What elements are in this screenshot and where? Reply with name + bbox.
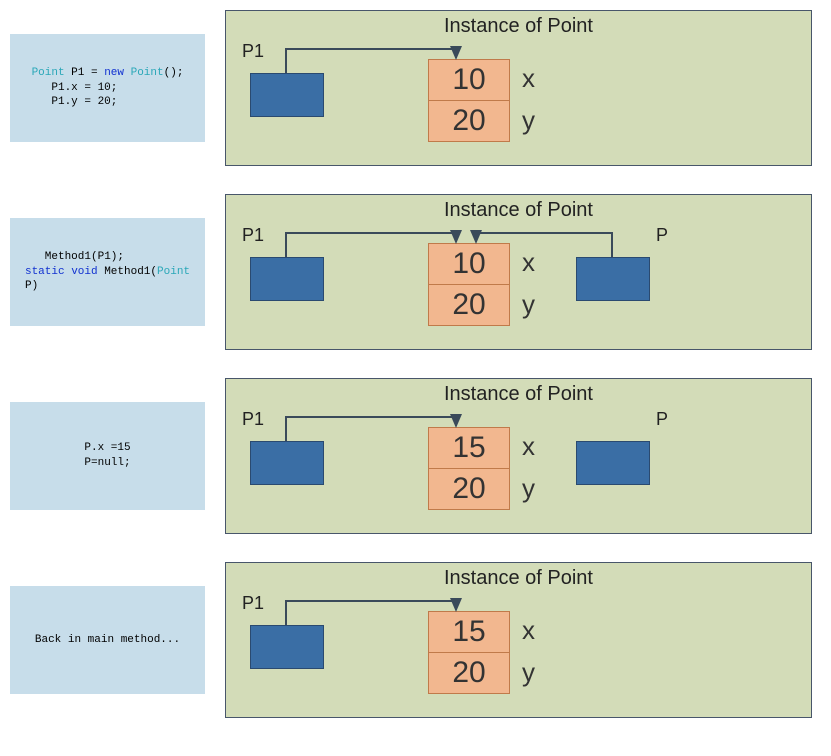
field-x-value: 15 [428, 611, 510, 653]
code-box: Method1(P1); static void Method1(Point P… [10, 218, 205, 326]
field-y-label: y [522, 289, 535, 320]
field-y-value: 20 [428, 284, 510, 326]
field-y-label: y [522, 105, 535, 136]
field-y-label: y [522, 473, 535, 504]
field-y-value: 20 [428, 468, 510, 510]
code-snippet: Method1(P1); static void Method1(Point P… [25, 250, 190, 295]
field-x-label: x [522, 247, 535, 278]
p1-label: P1 [242, 41, 264, 62]
field-y-value: 20 [428, 652, 510, 694]
code-box: P.x =15 P=null; [10, 402, 205, 510]
memory-diagram: Instance of Point P1 1020 xy [225, 10, 812, 166]
field-x-value: 10 [428, 59, 510, 101]
instance-fields: 1520 [428, 427, 510, 510]
diagram-title: Instance of Point [226, 15, 811, 38]
code-snippet: Back in main method... [35, 633, 180, 648]
code-box: Back in main method... [10, 586, 205, 694]
field-x-label: x [522, 431, 535, 462]
diagram-title: Instance of Point [226, 199, 811, 222]
p1-label: P1 [242, 593, 264, 614]
code-snippet: P.x =15 P=null; [84, 441, 130, 471]
code-snippet: Point P1 = new Point(); P1.x = 10; P1.y … [32, 66, 184, 111]
instance-fields: 1020 [428, 59, 510, 142]
memory-diagram: Instance of Point P1 1520 xy P [225, 378, 812, 534]
diagram-row: Back in main method... Instance of Point P… [10, 562, 821, 718]
field-x-value: 15 [428, 427, 510, 469]
code-box: Point P1 = new Point(); P1.x = 10; P1.y … [10, 34, 205, 142]
p1-reference-box [250, 625, 324, 669]
field-y-label: y [522, 657, 535, 688]
p-reference-box [576, 441, 650, 485]
diagram-row: P.x =15 P=null; Instance of Point P1 1520 xy… [10, 378, 821, 534]
diagram-title: Instance of Point [226, 567, 811, 590]
p-label: P [656, 409, 668, 430]
field-x-label: x [522, 615, 535, 646]
p-reference-box [576, 257, 650, 301]
field-y-value: 20 [428, 100, 510, 142]
field-x-value: 10 [428, 243, 510, 285]
field-x-label: x [522, 63, 535, 94]
instance-fields: 1520 [428, 611, 510, 694]
p1-reference-box [250, 73, 324, 117]
p1-reference-box [250, 441, 324, 485]
instance-fields: 1020 [428, 243, 510, 326]
memory-diagram: Instance of Point P1 1020 xy P [225, 194, 812, 350]
p1-label: P1 [242, 409, 264, 430]
p1-label: P1 [242, 225, 264, 246]
diagram-row: Method1(P1); static void Method1(Point P… [10, 194, 821, 350]
diagram-title: Instance of Point [226, 383, 811, 406]
memory-diagram: Instance of Point P1 1520 xy [225, 562, 812, 718]
diagram-row: Point P1 = new Point(); P1.x = 10; P1.y … [10, 10, 821, 166]
p-label: P [656, 225, 668, 246]
p1-reference-box [250, 257, 324, 301]
